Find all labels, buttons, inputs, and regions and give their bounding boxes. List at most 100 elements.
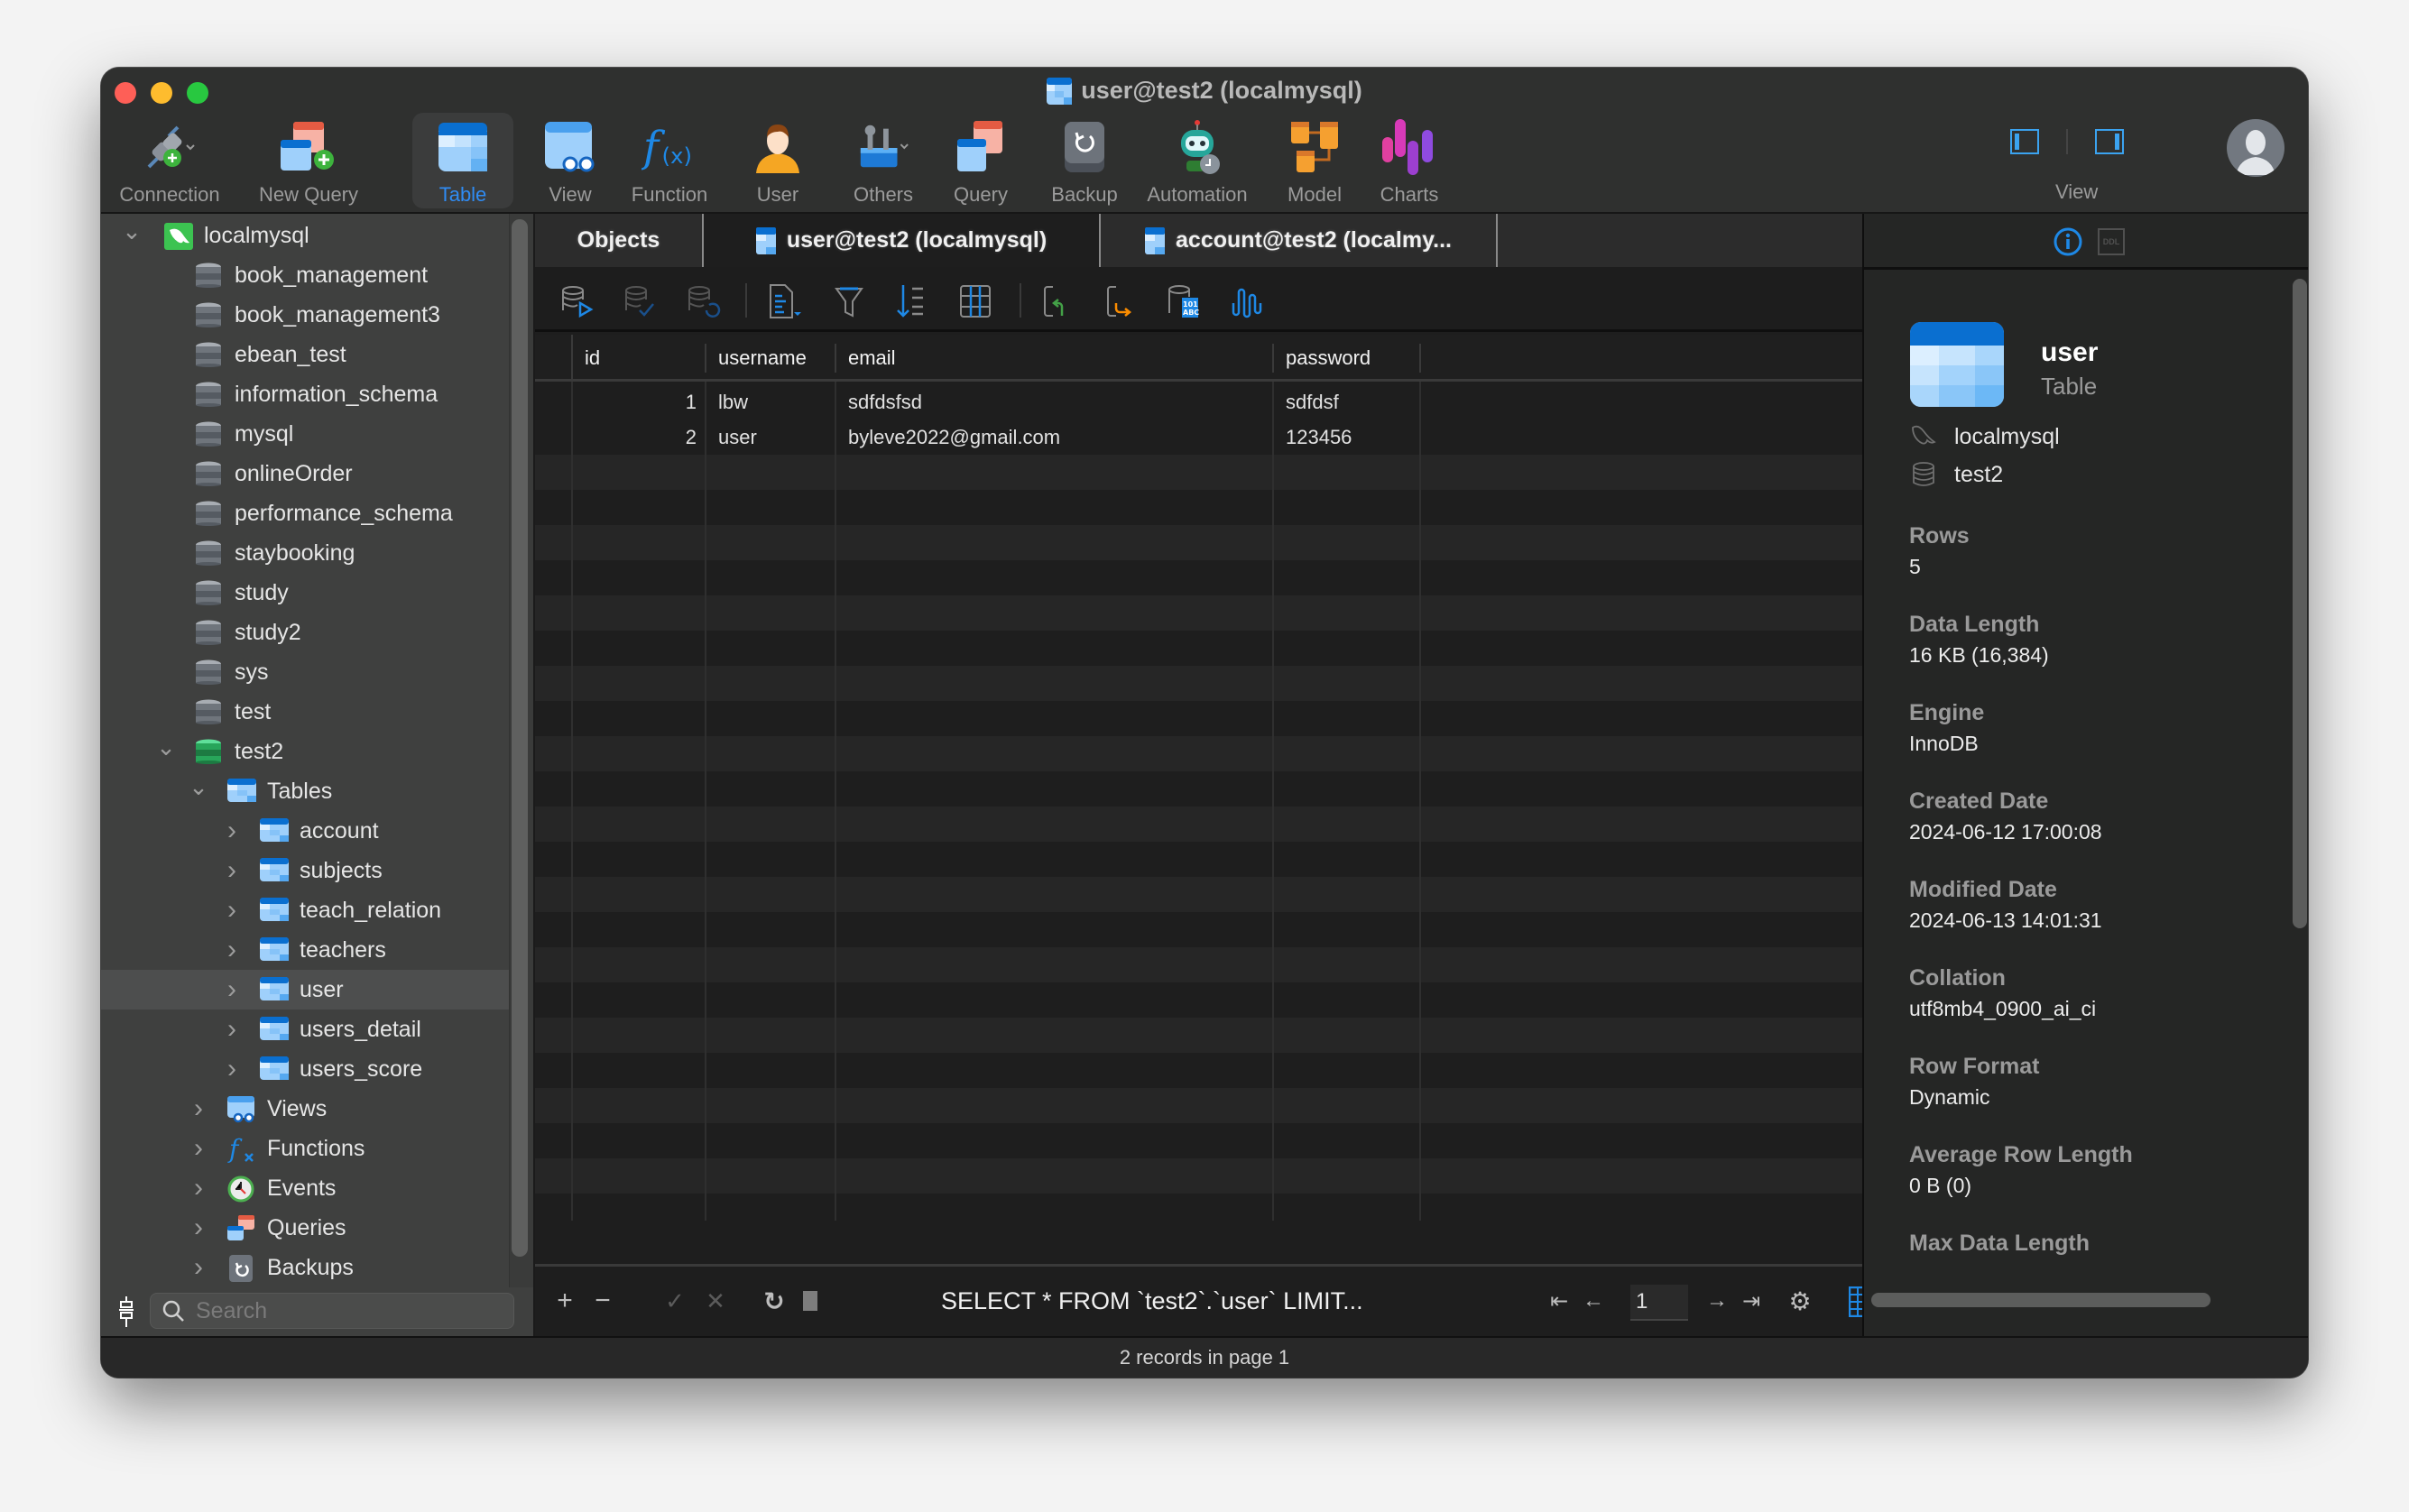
ddl-tab-button[interactable]: DDL — [2098, 228, 2125, 255]
column-header-id[interactable]: id — [572, 335, 706, 382]
info-panel-scrollbar[interactable] — [2293, 279, 2307, 928]
toggle-right-panel-icon[interactable] — [2095, 129, 2124, 154]
apply-changes-button[interactable]: ✓ — [661, 1283, 688, 1319]
toolbar-query-button[interactable]: Query — [936, 113, 1026, 208]
table-row[interactable]: 1 lbw sdfdsfsd sdfdsf — [535, 384, 1862, 419]
sort-icon[interactable] — [894, 283, 930, 319]
chevron-down-icon[interactable]: ⌄ — [156, 733, 176, 761]
text-view-icon[interactable] — [765, 283, 801, 319]
tree-database-test2[interactable]: ⌄ test2 — [101, 732, 509, 771]
sql-preview[interactable]: SELECT * FROM `test2`.`user` LIMIT... — [941, 1283, 1363, 1319]
last-page-button[interactable]: ⇥ — [1740, 1283, 1763, 1319]
import-icon[interactable] — [1040, 283, 1076, 319]
chevron-down-icon[interactable]: ⌄ — [189, 773, 208, 800]
stop-button[interactable] — [801, 1283, 819, 1319]
table-cell-id[interactable]: 1 — [572, 384, 706, 419]
sidebar-table-teachers[interactable]: › teachers — [101, 930, 509, 970]
tab-account-table[interactable]: account@test2 (localmy... — [1101, 214, 1498, 267]
chart-wave-icon[interactable] — [1230, 283, 1266, 319]
chevron-right-icon[interactable]: › — [223, 974, 241, 1004]
tree-database-item[interactable]: sys — [101, 652, 509, 692]
data-generation-icon[interactable]: 101ABC — [1167, 283, 1203, 319]
discard-changes-button[interactable]: ✕ — [702, 1283, 729, 1319]
chevron-right-icon[interactable]: › — [223, 895, 241, 925]
toolbar-user-button[interactable]: User — [733, 113, 823, 208]
tree-group-views[interactable]: › Views — [101, 1089, 509, 1129]
tree-group-backups[interactable]: › Backups — [101, 1248, 509, 1287]
chevron-right-icon[interactable]: › — [223, 855, 241, 885]
tab-user-table[interactable]: user@test2 (localmysql) — [704, 214, 1101, 267]
tree-database-item[interactable]: book_management — [101, 255, 509, 295]
tree-database-item[interactable]: staybooking — [101, 533, 509, 573]
chevron-right-icon[interactable]: › — [189, 1212, 208, 1242]
chevron-right-icon[interactable]: › — [189, 1252, 208, 1282]
column-header-username[interactable]: username — [706, 335, 835, 382]
toolbar-new-query-button[interactable]: New Query — [245, 113, 372, 208]
toolbar-automation-button[interactable]: Automation — [1130, 113, 1265, 208]
sidebar-table-users_score[interactable]: › users_score — [101, 1049, 509, 1089]
chevron-right-icon[interactable]: › — [223, 935, 241, 964]
toolbar-connection-button[interactable]: Connection — [106, 113, 233, 208]
column-header-email[interactable]: email — [835, 335, 1273, 382]
sidebar-table-teach_relation[interactable]: › teach_relation — [101, 890, 509, 930]
column-header-password[interactable]: password — [1273, 335, 1420, 382]
tree-group-events[interactable]: › Events — [101, 1168, 509, 1208]
tree-group-queries[interactable]: › Queries — [101, 1208, 509, 1248]
chevron-right-icon[interactable]: › — [223, 1054, 241, 1083]
info-icon[interactable] — [2053, 226, 2083, 257]
tree-database-item[interactable]: book_management3 — [101, 295, 509, 335]
filter-icon[interactable] — [831, 283, 867, 319]
table-cell-username[interactable]: user — [706, 419, 835, 455]
tree-database-item[interactable]: study — [101, 573, 509, 613]
tree-connection-localmysql[interactable]: ⌄ localmysql — [101, 216, 509, 255]
sidebar-table-subjects[interactable]: › subjects — [101, 851, 509, 890]
grid-columns-icon[interactable] — [957, 283, 993, 319]
settings-gear-icon[interactable]: ⚙ — [1786, 1283, 1814, 1319]
tab-objects[interactable]: Objects — [535, 214, 704, 267]
sidebar-table-user[interactable]: › user — [101, 970, 509, 1010]
begin-transaction-icon[interactable] — [560, 283, 596, 319]
sidebar-search-input[interactable] — [196, 1297, 503, 1324]
chevron-right-icon[interactable]: › — [223, 1014, 241, 1044]
tree-database-item[interactable]: test — [101, 692, 509, 732]
table-cell-email[interactable]: sdfdsfsd — [835, 384, 1273, 419]
sidebar-scrollbar[interactable] — [512, 219, 528, 1257]
account-avatar[interactable] — [2227, 119, 2284, 177]
delete-record-button[interactable]: − — [589, 1283, 616, 1319]
chevron-right-icon[interactable]: › — [189, 1093, 208, 1123]
tree-database-item[interactable]: mysql — [101, 414, 509, 454]
info-panel-horizontal-scrollbar[interactable] — [1871, 1293, 2211, 1307]
page-number-input[interactable] — [1630, 1285, 1688, 1321]
toggle-left-panel-icon[interactable] — [2010, 129, 2039, 154]
next-page-button[interactable]: → — [1705, 1283, 1729, 1319]
rollback-icon[interactable] — [687, 283, 723, 319]
chevron-right-icon[interactable]: › — [189, 1173, 208, 1203]
tree-database-item[interactable]: onlineOrder — [101, 454, 509, 493]
export-icon[interactable] — [1103, 283, 1140, 319]
refresh-button[interactable]: ↻ — [761, 1283, 788, 1319]
table-cell-password[interactable]: sdfdsf — [1273, 384, 1420, 419]
table-cell-password[interactable]: 123456 — [1273, 419, 1420, 455]
table-row[interactable]: 2 user byleve2022@gmail.com 123456 — [535, 419, 1862, 455]
chevron-right-icon[interactable]: › — [189, 1133, 208, 1163]
first-page-button[interactable]: ⇤ — [1547, 1283, 1571, 1319]
toolbar-backup-button[interactable]: Backup — [1035, 113, 1134, 208]
plug-icon[interactable] — [117, 1296, 135, 1327]
tree-database-item[interactable]: study2 — [101, 613, 509, 652]
toolbar-table-button[interactable]: Table — [412, 113, 513, 208]
chevron-down-icon[interactable]: ⌄ — [122, 217, 142, 244]
commit-icon[interactable] — [623, 283, 660, 319]
tree-group-tables[interactable]: ⌄ Tables — [101, 771, 509, 811]
table-cell-id[interactable]: 2 — [572, 419, 706, 455]
toolbar-view-button[interactable]: View — [525, 113, 615, 208]
tree-database-item[interactable]: performance_schema — [101, 493, 509, 533]
table-cell-username[interactable]: lbw — [706, 384, 835, 419]
tree-database-item[interactable]: ebean_test — [101, 335, 509, 374]
chevron-right-icon[interactable]: › — [223, 816, 241, 845]
toolbar-model-button[interactable]: Model — [1265, 113, 1364, 208]
toolbar-charts-button[interactable]: Charts — [1364, 113, 1454, 208]
sidebar-table-users_detail[interactable]: › users_detail — [101, 1010, 509, 1049]
tree-database-item[interactable]: information_schema — [101, 374, 509, 414]
toolbar-others-button[interactable]: Others — [834, 113, 933, 208]
table-cell-email[interactable]: byleve2022@gmail.com — [835, 419, 1273, 455]
